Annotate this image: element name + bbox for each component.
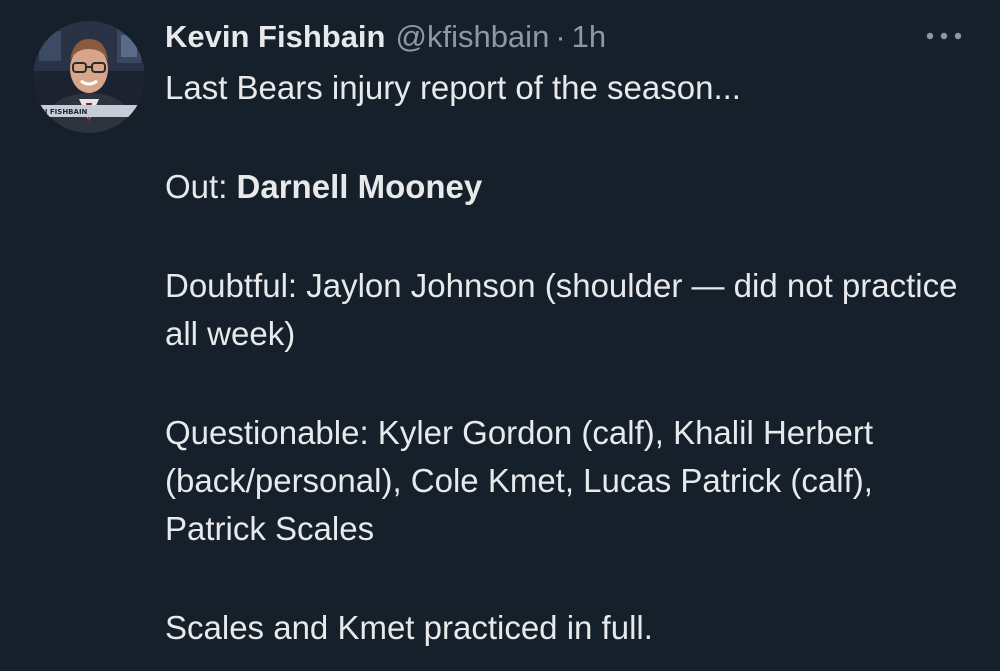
tweet: IN FISHBAIN Kevin Fishbain @kfishbain · … — [0, 0, 1000, 671]
tweet-paragraph-questionable: Questionable: Kyler Gordon (calf), Khali… — [165, 414, 873, 547]
more-options-button[interactable] — [920, 24, 968, 48]
author-handle[interactable]: @kfishbain — [395, 19, 549, 55]
out-label: Out: — [165, 168, 237, 205]
tweet-paragraph-doubtful: Doubtful: Jaylon Johnson (shoulder — did… — [165, 267, 958, 352]
tweet-body: Last Bears injury report of the season..… — [165, 64, 965, 671]
out-player-name: Darnell Mooney — [236, 168, 483, 205]
tweet-header: Kevin Fishbain @kfishbain · 1h — [165, 14, 606, 60]
avatar-caption: IN FISHBAIN — [39, 108, 88, 116]
timestamp[interactable]: 1h — [572, 19, 606, 55]
separator-dot: · — [555, 19, 566, 54]
tweet-paragraph-intro: Last Bears injury report of the season..… — [165, 69, 741, 106]
tweet-paragraph-out: Out: Darnell Mooney — [165, 163, 965, 211]
more-horizontal-icon — [926, 32, 962, 40]
avatar-image: IN FISHBAIN — [33, 21, 145, 133]
author-display-name[interactable]: Kevin Fishbain — [165, 19, 385, 55]
tweet-paragraph-note: Scales and Kmet practiced in full. — [165, 609, 653, 646]
avatar[interactable]: IN FISHBAIN — [33, 21, 145, 133]
